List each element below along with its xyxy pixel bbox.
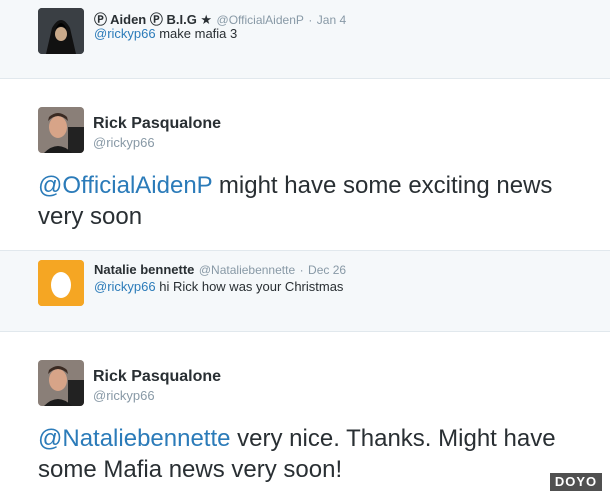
tweet-rick-1[interactable]: Rick Pasqualone @rickyp66 @OfficialAiden…: [0, 79, 610, 251]
mention-link[interactable]: @rickyp66: [94, 279, 156, 294]
tweet-author-name[interactable]: Rick Pasqualone: [93, 368, 221, 386]
watermark-logo: DOYO: [549, 472, 603, 492]
tweet-text-block: @Nataliebennette very nice. Thanks. Migh…: [38, 423, 598, 485]
tweet-rick-2[interactable]: Rick Pasqualone @rickyp66 @Nataliebennet…: [0, 332, 610, 496]
tweet-natalie[interactable]: Natalie bennette @Nataliebennette · Dec …: [0, 251, 610, 332]
tweet-author-handle[interactable]: @OfficialAidenP: [217, 13, 304, 27]
tweet-text-block: @OfficialAidenP might have some exciting…: [38, 170, 598, 232]
avatar-aiden[interactable]: [38, 8, 84, 54]
tweet-text: hi Rick how was your Christmas: [155, 279, 344, 294]
avatar-natalie[interactable]: [38, 260, 84, 306]
mention-link[interactable]: @OfficialAidenP: [38, 172, 212, 199]
tweet-author-name[interactable]: Ⓟ Aiden Ⓟ B.I.G ★: [94, 12, 212, 27]
portrait-icon: [38, 107, 84, 153]
tweet-text: make mafia 3: [155, 26, 238, 41]
mention-link[interactable]: @Nataliebennette: [38, 425, 231, 452]
tweet-date[interactable]: Jan 4: [317, 13, 346, 27]
tweet-author-name[interactable]: Natalie bennette: [94, 262, 194, 277]
tweet-author-handle[interactable]: @rickyp66: [93, 388, 155, 403]
tweet-aiden[interactable]: Ⓟ Aiden Ⓟ B.I.G ★ @OfficialAidenP · Jan …: [0, 0, 610, 79]
mention-link[interactable]: @rickyp66: [94, 26, 156, 41]
tweet-author-handle[interactable]: @rickyp66: [93, 135, 155, 150]
hooded-figure-icon: [38, 8, 84, 54]
tweet-date[interactable]: Dec 26: [308, 263, 346, 277]
tweet-author-handle[interactable]: @Nataliebennette: [199, 263, 295, 277]
tweet-author-name[interactable]: Rick Pasqualone: [93, 115, 221, 133]
avatar-rick[interactable]: [38, 360, 84, 406]
separator-dot: ·: [308, 13, 313, 27]
avatar-rick[interactable]: [38, 107, 84, 153]
egg-icon: [38, 260, 84, 306]
separator-dot: ·: [299, 263, 304, 277]
portrait-icon: [38, 360, 84, 406]
